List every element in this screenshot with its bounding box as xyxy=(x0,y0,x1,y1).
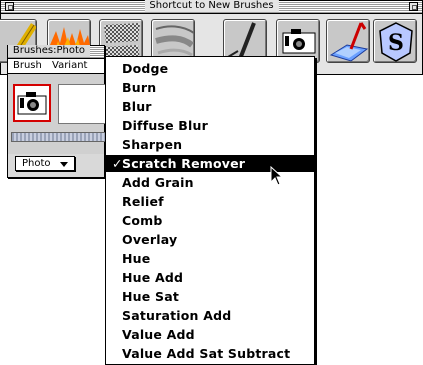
tool-clone-stamp[interactable]: S xyxy=(373,19,417,63)
palette-titlebar[interactable]: Shortcut to New Brushes xyxy=(1,0,422,14)
menu-item-value-add-sat-subtract[interactable]: Value Add Sat Subtract xyxy=(106,345,314,362)
menu-item-blur[interactable]: Blur xyxy=(106,98,314,115)
clone-stamp-brush-icon: S xyxy=(379,22,413,62)
palette-title: Shortcut to New Brushes xyxy=(144,0,279,12)
zoom-box-icon[interactable] xyxy=(409,2,418,11)
water-brush-icon xyxy=(329,22,369,62)
menu-item-hue-sat[interactable]: Hue Sat xyxy=(106,288,314,305)
menu-item-comb[interactable]: Comb xyxy=(106,212,314,229)
brushes-menubar: Brush Variant xyxy=(8,59,104,74)
menu-item-relief[interactable]: Relief xyxy=(106,193,314,210)
menu-brush[interactable]: Brush xyxy=(13,59,42,73)
menu-item-diffuse-blur[interactable]: Diffuse Blur xyxy=(106,117,314,134)
svg-text:S: S xyxy=(388,30,404,56)
tool-water[interactable] xyxy=(326,19,370,63)
brush-preview-area xyxy=(8,74,108,154)
menu-item-burn[interactable]: Burn xyxy=(106,79,314,96)
mouse-pointer-icon xyxy=(270,166,284,186)
menu-item-saturation-add[interactable]: Saturation Add xyxy=(106,307,314,324)
brushes-window: Brushes:Photo Brush Variant Photo xyxy=(7,45,108,178)
close-box-icon[interactable] xyxy=(5,2,14,11)
menu-item-dodge[interactable]: Dodge xyxy=(106,60,314,77)
camera-brush-icon xyxy=(17,92,47,115)
checkmark-icon: ✓ xyxy=(112,156,123,171)
menu-item-label: Scratch Remover xyxy=(122,156,246,171)
brushes-titlebar[interactable]: Brushes:Photo xyxy=(7,45,104,59)
brushes-window-title: Brushes:Photo xyxy=(7,45,90,57)
stroke-preview-bar xyxy=(11,132,108,142)
variant-select[interactable]: Photo xyxy=(15,156,75,171)
brush-preview xyxy=(58,84,108,124)
variant-popup-menu: Dodge Burn Blur Diffuse Blur Sharpen ✓Sc… xyxy=(105,56,315,365)
selected-brush-camera[interactable] xyxy=(13,84,51,122)
menu-variant[interactable]: Variant xyxy=(52,59,87,73)
dropdown-arrow-icon xyxy=(60,162,68,167)
menu-item-hue[interactable]: Hue xyxy=(106,250,314,267)
variant-select-value: Photo xyxy=(22,158,51,169)
menu-item-hue-add[interactable]: Hue Add xyxy=(106,269,314,286)
menu-item-overlay[interactable]: Overlay xyxy=(106,231,314,248)
menu-item-value-add[interactable]: Value Add xyxy=(106,326,314,343)
menu-item-sharpen[interactable]: Sharpen xyxy=(106,136,314,153)
